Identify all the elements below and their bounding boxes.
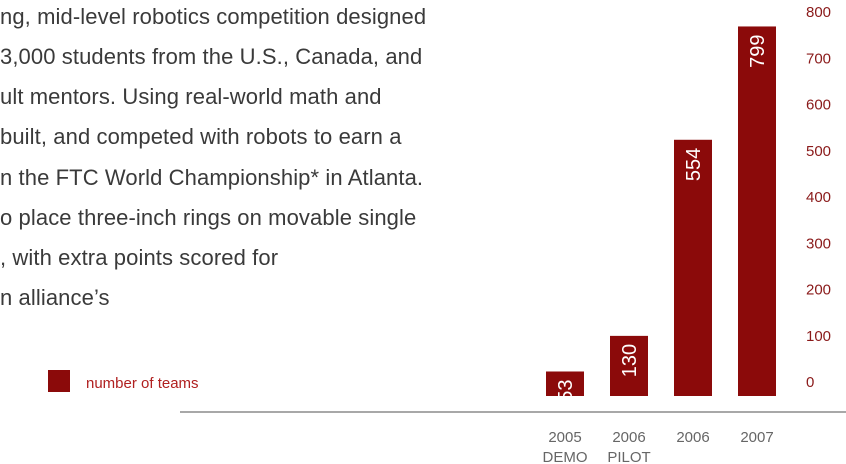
y-tick-label: 100 [806,328,831,345]
bar-value-label: 554 [683,148,705,181]
category-label: 2007 [740,429,773,446]
bar-value-label: 53 [555,379,577,401]
y-tick-label: 600 [806,97,831,114]
y-tick-label: 400 [806,189,831,206]
category-label: 2005 [548,429,581,446]
category-label: 2006 [676,429,709,446]
y-tick-label: 0 [806,374,814,391]
category-label: 2006 [612,429,645,446]
y-tick-label: 500 [806,143,831,160]
y-tick-label: 700 [806,50,831,67]
y-tick-label: 300 [806,235,831,252]
category-label: PILOT [607,449,650,464]
y-tick-label: 200 [806,282,831,299]
bar-value-label: 130 [619,344,641,377]
bar-chart: number of teams 53 130 554 799 0 100 200 300 40… [48,4,846,464]
bar-3 [738,26,776,397]
legend-swatch [48,370,70,392]
category-label: DEMO [543,449,588,464]
legend-label: number of teams [86,375,199,392]
y-tick-label: 800 [806,4,831,21]
bar-value-label: 799 [747,34,769,67]
